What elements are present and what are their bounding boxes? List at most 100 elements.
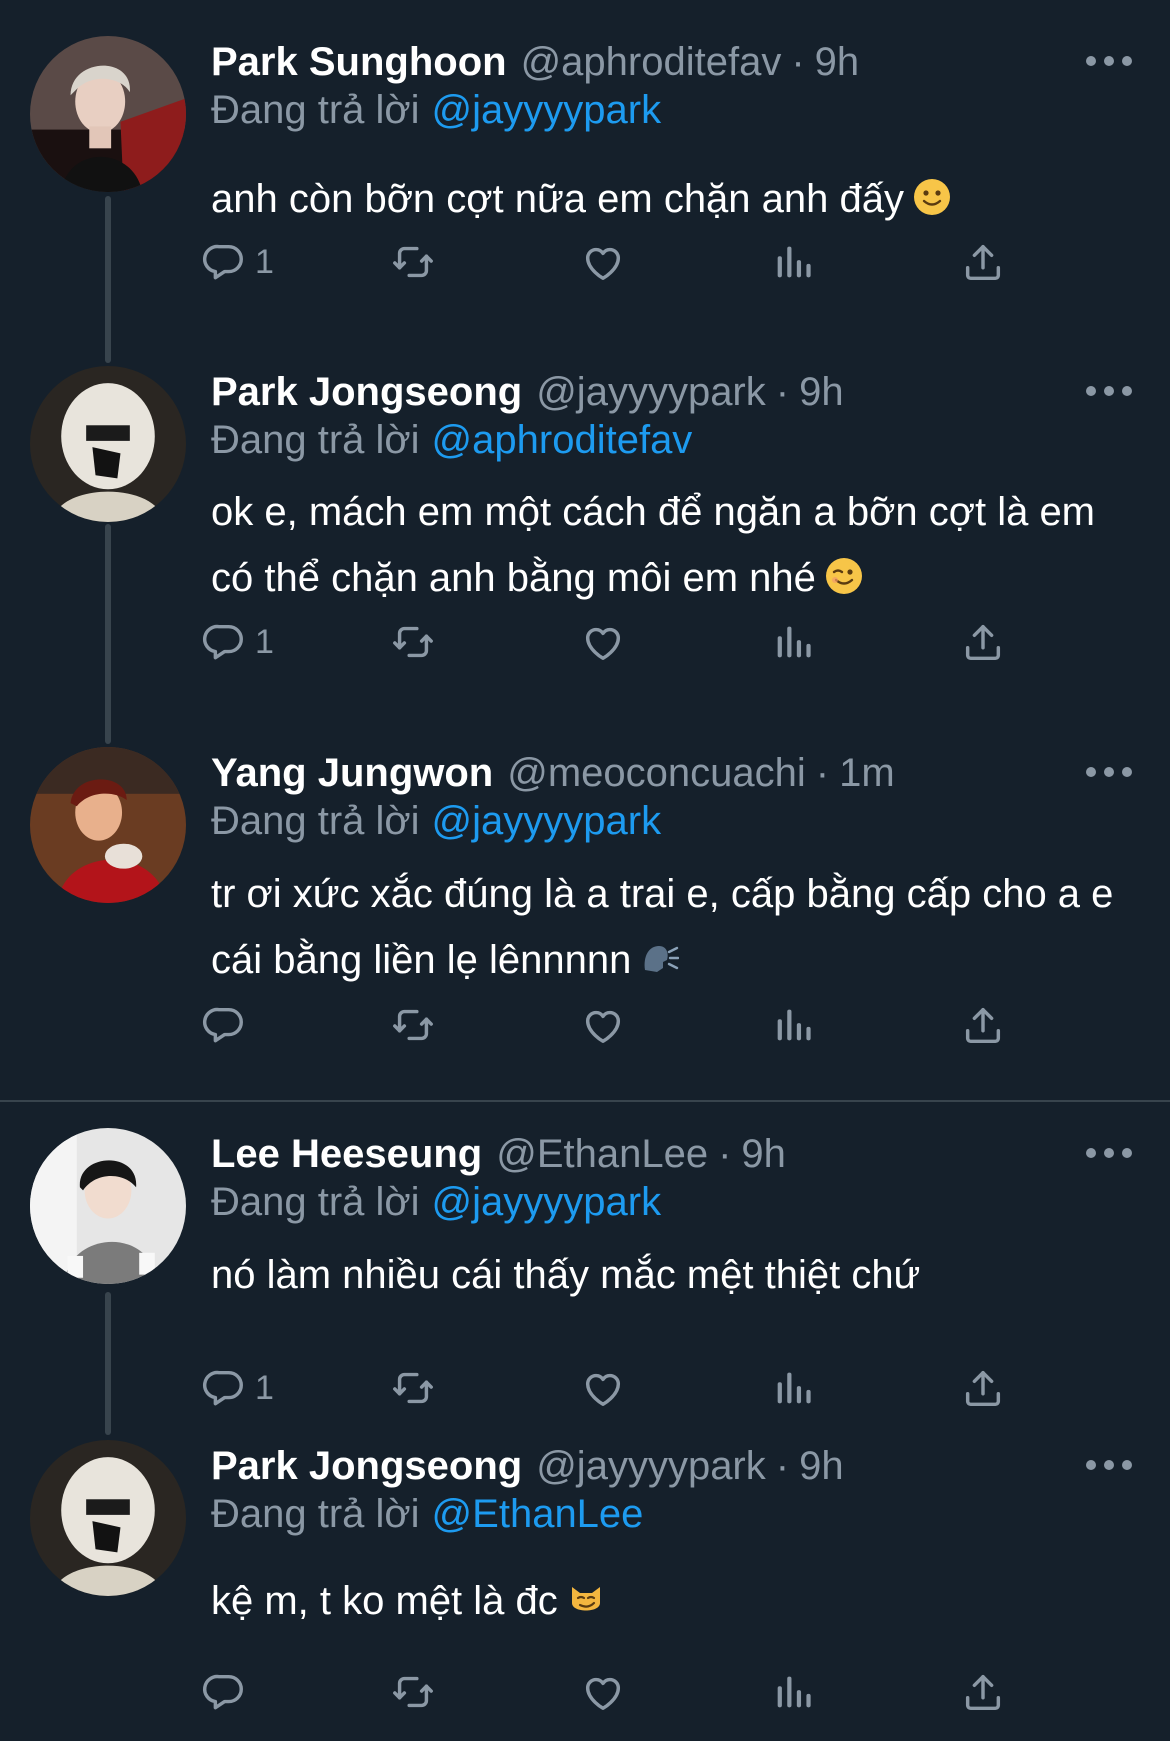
sunghoon-avatar-image xyxy=(30,36,186,192)
reply-button[interactable]: 1 xyxy=(201,618,274,666)
views-button[interactable] xyxy=(770,1668,816,1716)
views-icon xyxy=(770,1669,816,1715)
username[interactable]: @aphroditefav xyxy=(521,40,782,85)
slightly-smiling-face-emoji-icon xyxy=(912,177,952,217)
tweet-body: anh còn bỡn cợt nữa em chặn anh đấy xyxy=(211,177,905,221)
tweet-header: Park Jongseong @jayyyypark · 9h xyxy=(211,366,844,418)
reply-count: 1 xyxy=(255,622,274,661)
reply-button[interactable]: 1 xyxy=(201,1364,274,1412)
share-button[interactable] xyxy=(960,618,1006,666)
reply-mention-link[interactable]: @jayyyypark xyxy=(432,1180,662,1224)
replying-to: Đang trả lời @jayyyypark xyxy=(211,799,661,844)
share-icon xyxy=(960,1669,1006,1715)
tweet-actions: 1 xyxy=(211,238,1141,286)
share-button[interactable] xyxy=(960,1364,1006,1412)
display-name[interactable]: Park Sunghoon xyxy=(211,40,507,85)
share-button[interactable] xyxy=(960,1001,1006,1049)
smirking-cat-emoji-icon xyxy=(566,1579,606,1619)
reply-button[interactable] xyxy=(201,1001,255,1049)
tweet-text: anh còn bỡn cợt nữa em chặn anh đấy xyxy=(211,166,1141,232)
tweet[interactable]: Park Jongseong @jayyyypark · 9h Đang trả… xyxy=(0,366,1170,706)
timestamp[interactable]: 9h xyxy=(799,370,844,415)
display-name[interactable]: Park Jongseong xyxy=(211,370,522,415)
more-icon[interactable] xyxy=(1083,1138,1135,1168)
views-button[interactable] xyxy=(770,1364,816,1412)
like-button[interactable] xyxy=(580,618,626,666)
avatar[interactable] xyxy=(30,1128,186,1284)
reply-mention-link[interactable]: @jayyyypark xyxy=(432,88,662,132)
like-button[interactable] xyxy=(580,238,626,286)
retweet-button[interactable] xyxy=(390,1001,436,1049)
tweet-text: kệ m, t ko mệt là đc xyxy=(211,1568,1141,1634)
like-icon xyxy=(580,239,626,285)
username[interactable]: @jayyyypark xyxy=(536,1444,766,1489)
reply-icon xyxy=(201,1365,247,1411)
display-name[interactable]: Yang Jungwon xyxy=(211,751,493,796)
tweet[interactable]: Park Jongseong @jayyyypark · 9h Đang trả… xyxy=(0,1440,1170,1730)
tweet-actions: 1 xyxy=(211,1364,1141,1412)
username[interactable]: @jayyyypark xyxy=(536,370,766,415)
timestamp[interactable]: 9h xyxy=(799,1444,844,1489)
username[interactable]: @meoconcuachi xyxy=(507,751,806,796)
like-icon xyxy=(580,1669,626,1715)
tweet-body: nó làm nhiều cái thấy mắc mệt thiệt chứ xyxy=(211,1253,921,1297)
avatar[interactable] xyxy=(30,366,186,522)
timestamp[interactable]: 1m xyxy=(839,751,895,796)
display-name[interactable]: Park Jongseong xyxy=(211,1444,522,1489)
views-button[interactable] xyxy=(770,1001,816,1049)
reply-mention-link[interactable]: @aphroditefav xyxy=(432,418,693,462)
timestamp[interactable]: 9h xyxy=(741,1132,786,1177)
replying-to-label: Đang trả lời xyxy=(211,418,420,462)
more-icon[interactable] xyxy=(1083,376,1135,406)
tweet[interactable]: Park Sunghoon @aphroditefav · 9h Đang tr… xyxy=(0,36,1170,326)
like-button[interactable] xyxy=(580,1668,626,1716)
avatar[interactable] xyxy=(30,36,186,192)
reply-icon xyxy=(201,1669,247,1715)
views-button[interactable] xyxy=(770,618,816,666)
reply-button[interactable]: 1 xyxy=(201,238,274,286)
tweet[interactable]: Yang Jungwon @meoconcuachi · 1m Đang trả… xyxy=(0,747,1170,1087)
reply-count: 1 xyxy=(255,1368,274,1407)
tweet-text: tr ơi xức xắc đúng là a trai e, cấp bằng… xyxy=(211,861,1141,993)
share-button[interactable] xyxy=(960,1668,1006,1716)
views-icon xyxy=(770,239,816,285)
reply-mention-link[interactable]: @EthanLee xyxy=(432,1492,644,1536)
tweet-actions: 1 xyxy=(211,618,1141,666)
tweet-header: Park Jongseong @jayyyypark · 9h xyxy=(211,1440,844,1492)
more-icon[interactable] xyxy=(1083,1450,1135,1480)
replying-to: Đang trả lời @aphroditefav xyxy=(211,418,692,463)
replying-to: Đang trả lời @EthanLee xyxy=(211,1492,643,1537)
tweet-header: Park Sunghoon @aphroditefav · 9h xyxy=(211,36,859,88)
avatar[interactable] xyxy=(30,747,186,903)
retweet-button[interactable] xyxy=(390,618,436,666)
retweet-button[interactable] xyxy=(390,238,436,286)
tweet-actions xyxy=(211,1668,1141,1716)
username[interactable]: @EthanLee xyxy=(496,1132,708,1177)
views-button[interactable] xyxy=(770,238,816,286)
reply-button[interactable] xyxy=(201,1668,255,1716)
tweet-text: nó làm nhiều cái thấy mắc mệt thiệt chứ xyxy=(211,1242,1141,1308)
like-button[interactable] xyxy=(580,1001,626,1049)
timestamp[interactable]: 9h xyxy=(815,40,860,85)
like-icon xyxy=(580,619,626,665)
retweet-icon xyxy=(390,239,436,285)
like-icon xyxy=(580,1365,626,1411)
reply-icon xyxy=(201,619,247,665)
share-icon xyxy=(960,1365,1006,1411)
more-icon[interactable] xyxy=(1083,757,1135,787)
tweet[interactable]: Lee Heeseung @EthanLee · 9h Đang trả lời… xyxy=(0,1128,1170,1428)
share-button[interactable] xyxy=(960,238,1006,286)
retweet-icon xyxy=(390,619,436,665)
like-button[interactable] xyxy=(580,1364,626,1412)
like-icon xyxy=(580,1002,626,1048)
tweet-header: Yang Jungwon @meoconcuachi · 1m xyxy=(211,747,895,799)
display-name[interactable]: Lee Heeseung xyxy=(211,1132,482,1177)
tweet-text: ok e, mách em một cách để ngăn a bỡn cợt… xyxy=(211,479,1141,611)
retweet-button[interactable] xyxy=(390,1364,436,1412)
retweet-button[interactable] xyxy=(390,1668,436,1716)
speaking-head-emoji-icon xyxy=(639,938,679,978)
avatar[interactable] xyxy=(30,1440,186,1596)
reply-mention-link[interactable]: @jayyyypark xyxy=(432,799,662,843)
reply-icon xyxy=(201,1002,247,1048)
more-icon[interactable] xyxy=(1083,46,1135,76)
